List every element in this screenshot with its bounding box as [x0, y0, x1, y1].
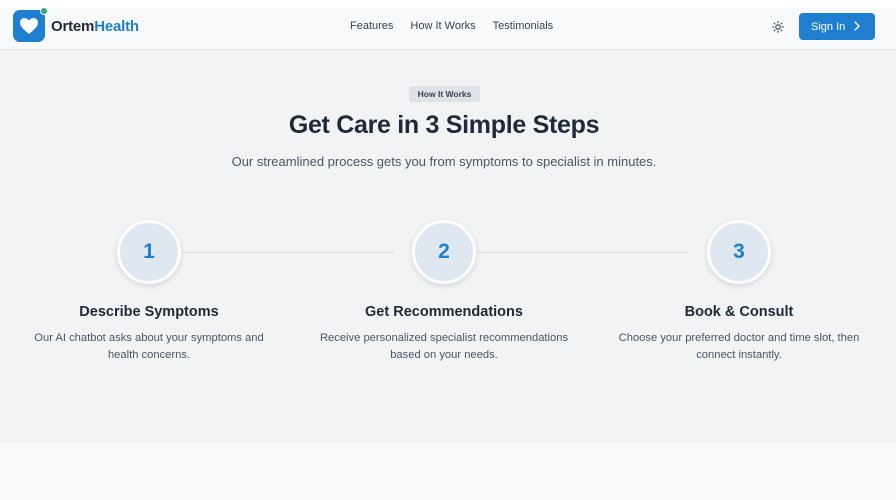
- step-description-line: Receive personalized specialist recommen…: [319, 332, 569, 344]
- step-number-circle: 2: [412, 220, 476, 284]
- section-subtitle: Our streamlined process gets you from sy…: [231, 154, 657, 169]
- chevron-right-icon: [854, 21, 860, 31]
- brand-name-part2: Health: [94, 17, 139, 35]
- step-number-circle: 3: [707, 220, 771, 284]
- step-title: Describe Symptoms: [79, 304, 219, 320]
- heart-logo-icon: [13, 7, 48, 42]
- next-section-band: [0, 442, 896, 500]
- sun-icon: [772, 21, 784, 33]
- sign-in-label: Sign In: [811, 20, 846, 33]
- nav-link-how-it-works[interactable]: How It Works: [410, 20, 475, 32]
- step-description-line: based on your needs.: [390, 349, 498, 361]
- nav-link-features[interactable]: Features: [350, 20, 393, 32]
- step-description-line: Our AI chatbot asks about your symptoms …: [34, 332, 264, 344]
- step-description: Choose your preferred doctor and time sl…: [599, 330, 879, 364]
- top-strip: [0, 0, 896, 8]
- nav-links: Features How It Works Testimonials: [350, 20, 570, 32]
- theme-toggle-button[interactable]: [770, 19, 786, 35]
- status-dot-icon: [40, 7, 48, 15]
- step-description-line: connect instantly.: [696, 349, 782, 361]
- step-description-line: health concerns.: [107, 349, 191, 361]
- section-badge: How It Works: [409, 86, 480, 102]
- navbar: OrtemHealth Features How It Works Testim…: [0, 7, 896, 50]
- step-title: Book & Consult: [684, 304, 794, 320]
- step-connector: [182, 252, 394, 253]
- step-connector: [477, 252, 689, 253]
- step-number-circle: 1: [117, 220, 181, 284]
- step-title: Get Recommendations: [365, 304, 523, 320]
- step-description: Receive personalized specialist recommen…: [304, 330, 584, 364]
- brand-name-part1: Ortem: [51, 17, 95, 35]
- section-title: Get Care in 3 Simple Steps: [288, 111, 600, 139]
- step-description: Our AI chatbot asks about your symptoms …: [9, 330, 289, 364]
- sign-in-button[interactable]: Sign In: [799, 13, 875, 40]
- step-description-line: Choose your preferred doctor and time sl…: [618, 332, 860, 344]
- logo[interactable]: OrtemHealth: [13, 7, 139, 42]
- brand-name: OrtemHealth: [51, 18, 139, 35]
- nav-link-testimonials[interactable]: Testimonials: [493, 20, 554, 32]
